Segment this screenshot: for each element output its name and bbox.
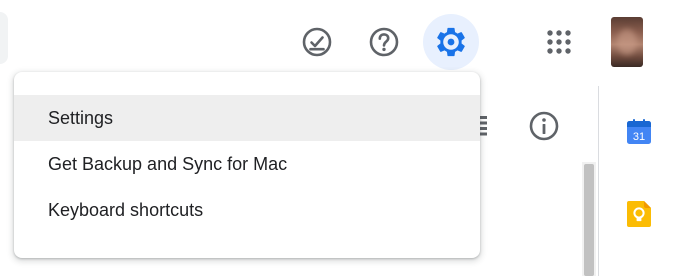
help-circle-icon [369, 27, 399, 57]
account-avatar[interactable] [611, 17, 643, 67]
keep-bulb-icon [627, 201, 651, 227]
tasks-button[interactable] [289, 14, 345, 70]
calendar-icon: 31 [627, 119, 651, 144]
settings-menu: Settings Get Backup and Sync for Mac Key… [14, 72, 480, 258]
scrollbar-thumb[interactable] [584, 164, 594, 276]
drive-page: 31 Settings Get Backup and Sync for Mac … [0, 0, 680, 276]
menu-item-backup-and-sync[interactable]: Get Backup and Sync for Mac [14, 141, 480, 187]
side-panel: 31 [598, 86, 680, 276]
settings-button[interactable] [423, 14, 479, 70]
info-icon [529, 111, 559, 141]
menu-item-keyboard-shortcuts[interactable]: Keyboard shortcuts [14, 187, 480, 233]
keep-app-button[interactable] [619, 194, 659, 234]
search-bar[interactable] [0, 12, 8, 64]
scrollbar[interactable] [582, 162, 596, 276]
task-done-icon [302, 27, 332, 57]
info-button[interactable] [520, 102, 568, 150]
menu-item-settings[interactable]: Settings [14, 95, 480, 141]
help-button[interactable] [356, 14, 412, 70]
calendar-date: 31 [633, 131, 645, 143]
calendar-app-button[interactable]: 31 [619, 112, 659, 152]
apps-grid-icon [547, 30, 571, 54]
apps-button[interactable] [531, 14, 587, 70]
gear-icon [437, 27, 465, 57]
